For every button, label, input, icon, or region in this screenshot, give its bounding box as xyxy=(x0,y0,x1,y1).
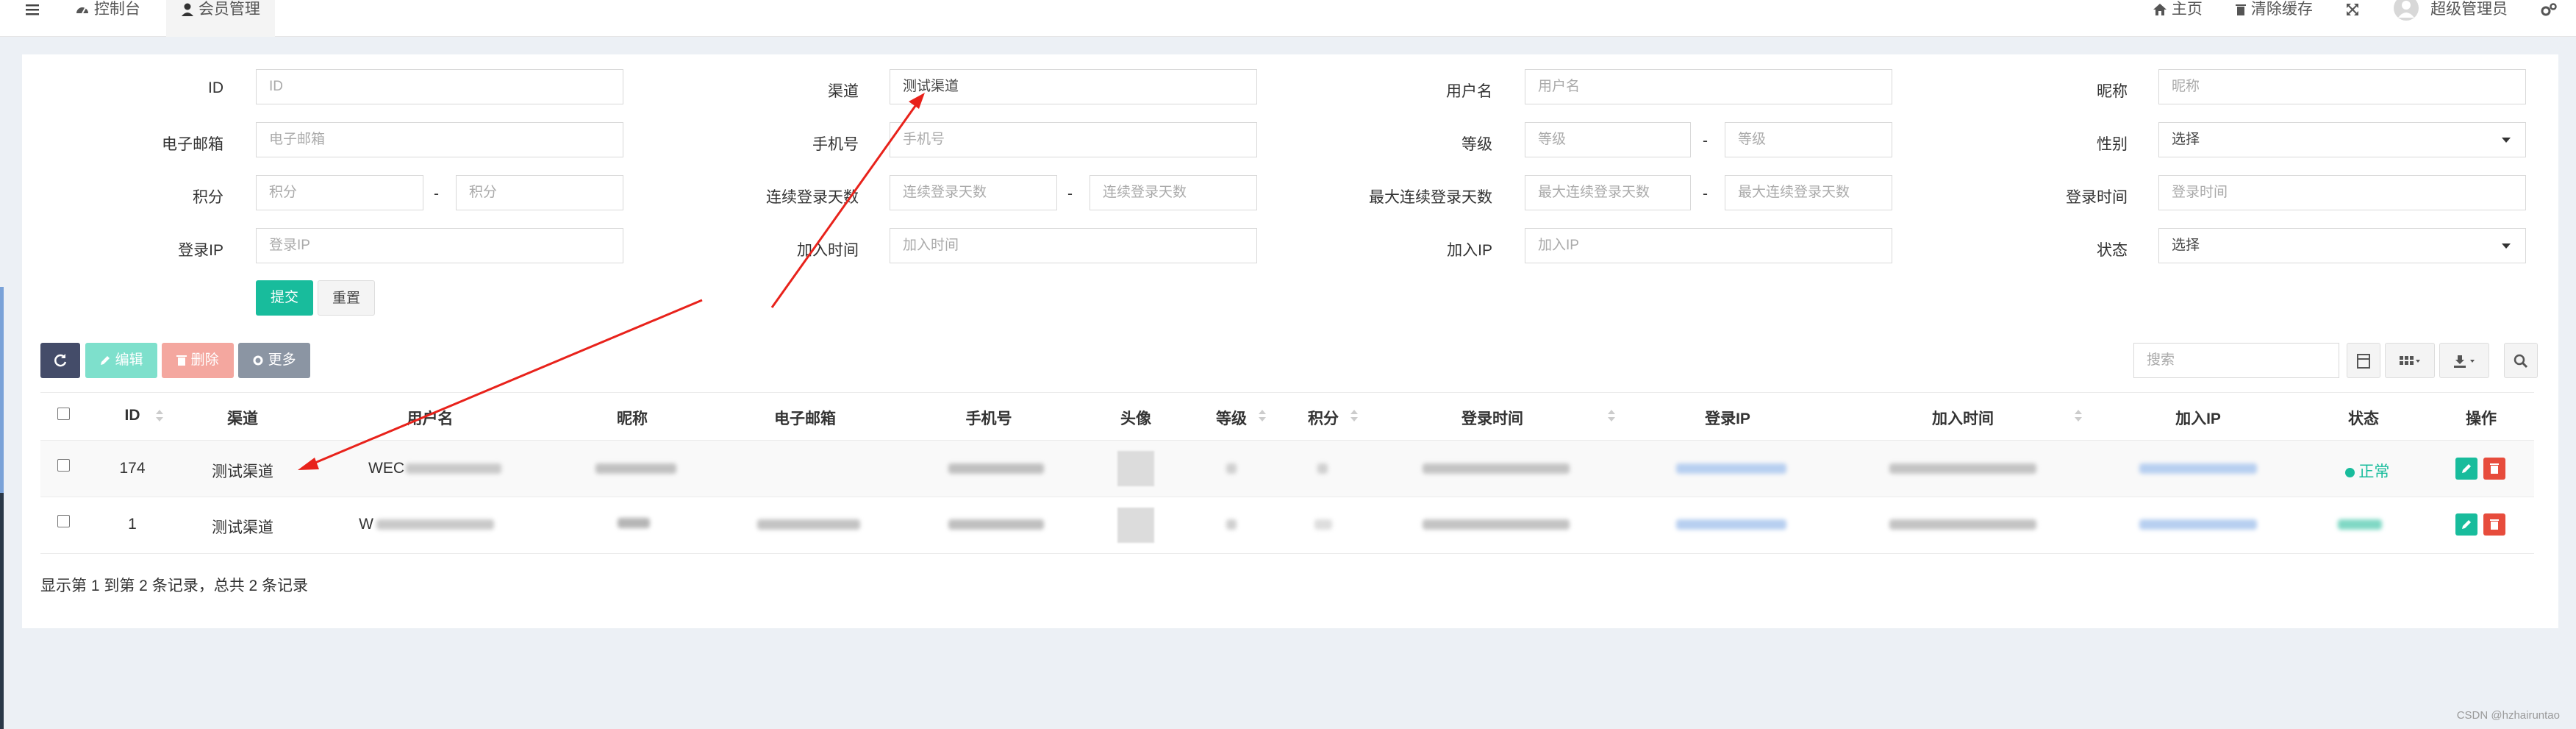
annotation-arrow-line xyxy=(302,299,703,469)
annotation-arrows xyxy=(298,93,925,470)
watermark-credit: CSDN @hzhairuntao xyxy=(2456,709,2560,722)
annotation-arrow-line xyxy=(770,95,924,308)
annotation-arrowhead xyxy=(298,458,319,470)
annotation-arrowhead xyxy=(909,93,925,109)
